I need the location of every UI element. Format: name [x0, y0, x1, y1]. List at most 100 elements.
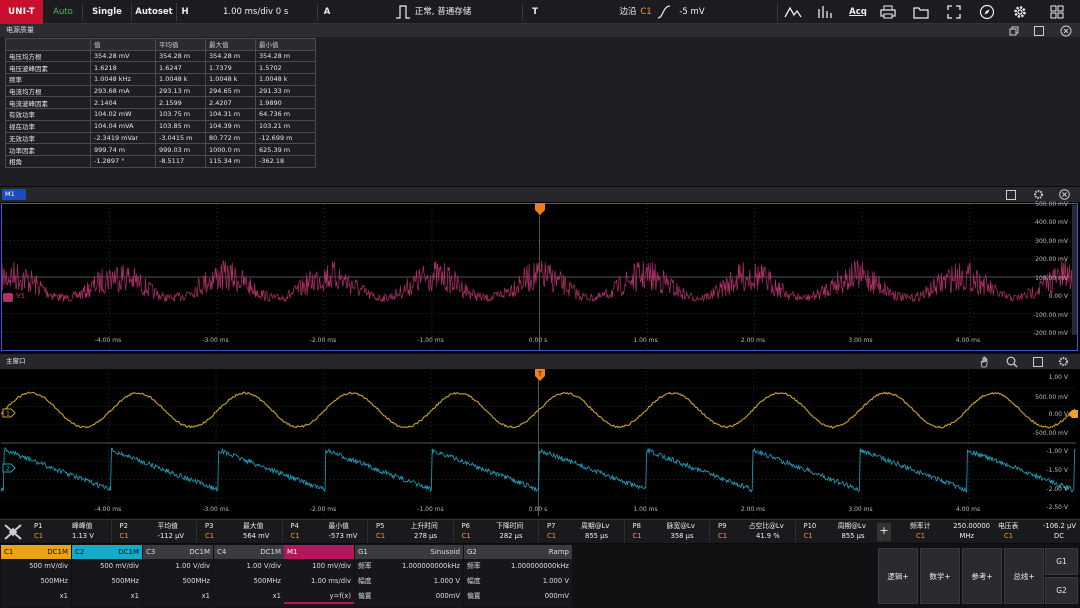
print-icon[interactable] — [877, 2, 899, 22]
table-cell: -12.699 m — [255, 131, 316, 145]
measurement-src: C1 — [461, 532, 471, 540]
svg-text:2: 2 — [6, 465, 10, 473]
apps-grid-icon[interactable] — [1046, 2, 1068, 22]
trigger-time-marker[interactable] — [535, 203, 545, 217]
trigger-type[interactable]: 边沿 — [616, 0, 640, 24]
measurement-p7[interactable]: P7 C1 周期@Lv 855 μs — [541, 521, 625, 543]
acq-button[interactable]: Acq — [846, 0, 870, 24]
measurement-p8[interactable]: P8 C1 脉宽@Lv 358 μs — [627, 521, 710, 543]
acquire-mode[interactable]: 正常, 普通存储 — [413, 0, 473, 24]
table-cell: 294.65 m — [205, 84, 256, 98]
table-cell: 相角 — [5, 154, 91, 168]
measurement-p4[interactable]: P4 C1 最小值 -573 mV — [285, 521, 368, 543]
brand-logo: UNI-T — [0, 0, 43, 24]
measurement-value: 1.13 V — [72, 532, 94, 540]
measurement-src: C1 — [205, 532, 215, 540]
gear-small-icon[interactable] — [1058, 356, 1069, 369]
table-cell: 电压波峰因素 — [5, 61, 91, 75]
horizontal-offset[interactable]: 0 s — [272, 0, 292, 24]
channel-c2-info[interactable]: C2 DC1M 500 mV/div 500MHz x1 — [72, 545, 142, 607]
fullscreen-icon[interactable] — [943, 2, 965, 22]
maximize-window-icon[interactable] — [1034, 26, 1044, 38]
fft-icon[interactable] — [815, 2, 837, 22]
add-measurement-button[interactable]: + — [877, 523, 891, 541]
timebase-value[interactable]: 1.00 ms/div — [218, 0, 278, 24]
measurement-p10[interactable]: P10 C1 周期@Lv 855 μs — [798, 521, 881, 543]
generator-g1-info[interactable]: G1 Sinusoid 频率 1.000000000kHz 幅度 1.000 V 偏置 000… — [355, 545, 463, 607]
generator-g2-info[interactable]: G2 Ramp 频率 1.000000000kHz 幅度 1.000 V 偏置 000mV — [464, 545, 572, 607]
zoom-icon[interactable] — [1006, 356, 1018, 370]
hand-pan-icon[interactable] — [978, 356, 990, 370]
g1-button[interactable]: G1 — [1045, 548, 1078, 575]
math-button[interactable]: 数学+ — [920, 548, 960, 604]
ch2-ref-marker[interactable]: 2 — [2, 463, 16, 475]
measurement-p6[interactable]: P6 C1 下降时间 282 μs — [456, 521, 539, 543]
table-cell: 103.21 m — [255, 119, 316, 133]
measurement-p3[interactable]: P3 C1 最大值 564 mV — [199, 521, 283, 543]
trigger-time-marker[interactable]: T — [535, 369, 545, 383]
channel-c4-info[interactable]: C4 DC1M 1.00 V/div 500MHz x1 — [214, 545, 284, 607]
channel-name: C3 — [146, 548, 156, 556]
g2-button[interactable]: G2 — [1045, 577, 1078, 604]
bus-button[interactable]: 总线+ — [1004, 548, 1044, 604]
generator-waveform: Ramp — [548, 548, 569, 556]
voltmeter[interactable]: 电压表 C1 -106.2 μV DC — [994, 521, 1080, 543]
generator-param-row: 幅度 1.000 V — [464, 574, 572, 589]
auto-button[interactable]: Auto — [46, 0, 80, 24]
measurement-name: 最小值 — [328, 522, 349, 530]
single-button[interactable]: Single — [86, 0, 128, 24]
math-m1-info[interactable]: M1 100 mV/div 1.00 ms/div y=f(x) — [284, 545, 354, 607]
table-cell: 1.0048 k — [255, 73, 316, 86]
channel-bw: 500MHz — [253, 577, 281, 585]
autoset-button[interactable]: Autoset — [134, 0, 174, 24]
measurement-name: 周期@Lv — [837, 522, 866, 530]
scrollbar[interactable] — [1072, 205, 1077, 335]
table-row: 电压波峰因素 1.6218 1.6247 1.7379 1.5702 — [5, 61, 316, 75]
restore-window-icon[interactable] — [1009, 26, 1019, 38]
satellite-icon[interactable] — [3, 523, 23, 543]
channel-probe: x1 — [272, 592, 281, 600]
reference-button[interactable]: 参考+ — [962, 548, 1002, 604]
m1-graticule[interactable] — [1, 203, 1078, 351]
param-label: 偏置 — [467, 592, 481, 600]
y-tick-label: -200.00 mV — [1032, 330, 1068, 337]
folder-icon[interactable] — [910, 2, 932, 22]
trigger-source[interactable]: C1 — [638, 0, 654, 24]
table-cell: 64.736 m — [255, 108, 316, 121]
measurement-src: C1 — [290, 532, 300, 540]
measurement-p5[interactable]: P5 C1 上升时间 278 μs — [370, 521, 454, 543]
table-cell: 293.68 mA — [90, 84, 156, 98]
measurement-name: 占空比@Lv — [748, 522, 784, 530]
table-cell: 291.33 m — [255, 84, 316, 98]
trigger-level[interactable]: -5 mV — [676, 0, 708, 24]
waveform-icon[interactable] — [782, 2, 804, 22]
m1-tab[interactable]: M1 — [2, 189, 26, 200]
table-cell: 104.04 mVA — [90, 119, 156, 133]
close-panel-icon[interactable] — [1060, 25, 1072, 39]
measurement-p9[interactable]: P9 C1 占空比@Lv 41.9 % — [712, 521, 796, 543]
x-tick-label: 3.00 ms — [848, 506, 873, 513]
trigger-level-marker[interactable] — [1068, 410, 1078, 420]
channel-scale: 1.00 V/div — [246, 562, 281, 570]
m1-ref-marker[interactable] — [3, 293, 13, 302]
maximize-window-icon[interactable] — [1033, 357, 1043, 369]
frequency-counter[interactable]: 频率计 C1 250.00000 MHz — [896, 521, 994, 543]
measurement-p2[interactable]: P2 C1 平均值 -112 μV — [114, 521, 197, 543]
logic-button[interactable]: 逻辑+ — [878, 548, 918, 604]
ch1-ref-marker[interactable]: 1 — [2, 408, 16, 420]
measurement-value: 855 μs — [585, 532, 608, 540]
maximize-window-icon[interactable] — [1006, 190, 1016, 202]
x-tick-label: -1.00 ms — [417, 506, 444, 513]
measurement-p1[interactable]: P1 C1 峰峰值 1.13 V — [28, 521, 112, 543]
table-cell: 103.75 m — [155, 108, 206, 121]
channel-bw: 500MHz — [182, 577, 210, 585]
measurement-id: P1 — [34, 522, 43, 530]
generator-param-row: 幅度 1.000 V — [355, 574, 463, 589]
main-waveform-plot[interactable] — [1, 370, 1076, 516]
channel-c3-info[interactable]: C3 DC1M 1.00 V/div 500MHz x1 — [143, 545, 213, 607]
table-row: 相角 -1.2897 ° -8.5117 115.34 m -362.18 — [5, 154, 316, 168]
channel-c1-info[interactable]: C1 DC1M 500 mV/div 500MHz x1 — [1, 545, 71, 607]
x-tick-label: -4.00 ms — [94, 337, 122, 344]
settings-icon[interactable] — [1009, 2, 1031, 22]
compass-icon[interactable] — [976, 2, 998, 22]
